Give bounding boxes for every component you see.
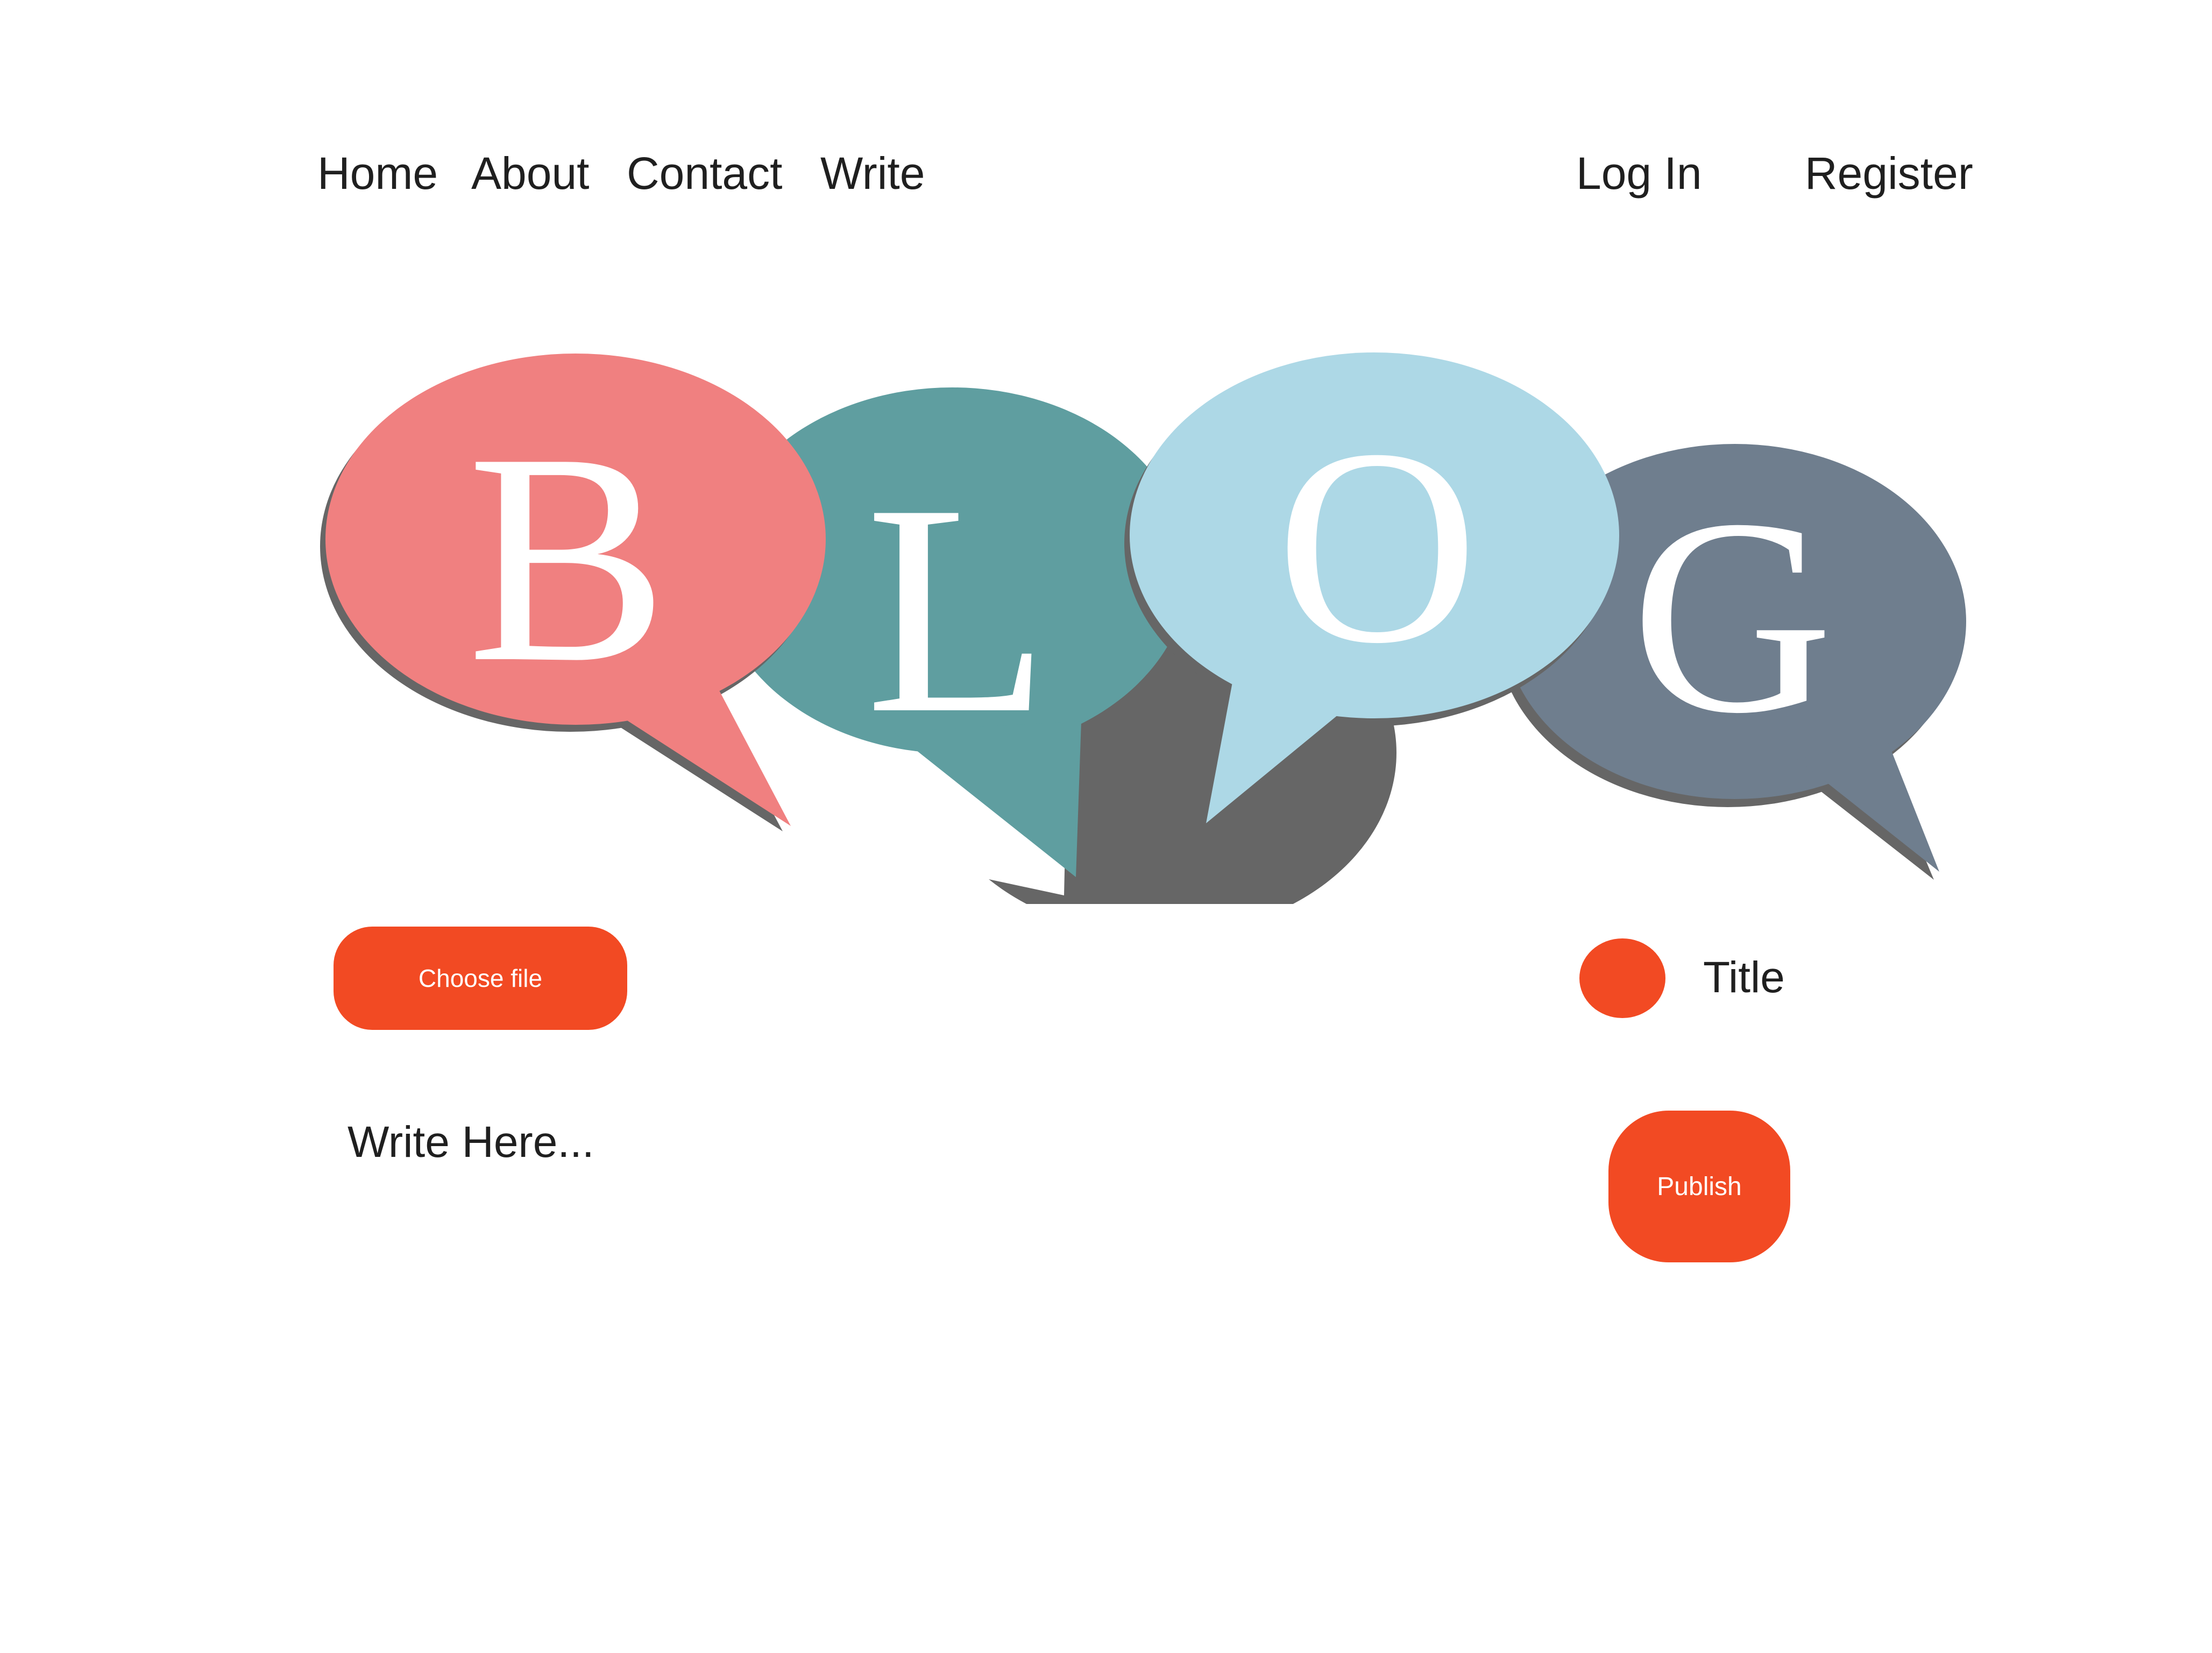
- login-link[interactable]: Log In: [1576, 141, 1702, 206]
- nav-write-link[interactable]: Write: [820, 141, 925, 206]
- publish-button[interactable]: Publish: [1608, 1111, 1790, 1262]
- register-link[interactable]: Register: [1805, 141, 1973, 206]
- nav-about-link[interactable]: About: [471, 141, 590, 206]
- nav-home-link[interactable]: Home: [317, 141, 438, 206]
- speech-bubble-b: B: [320, 354, 826, 831]
- post-body-textarea[interactable]: [348, 1113, 1101, 1436]
- choose-file-button[interactable]: Choose file: [334, 927, 627, 1030]
- title-radio[interactable]: [1579, 938, 1665, 1018]
- title-label[interactable]: Title: [1703, 948, 1785, 1007]
- letter-o: O: [1276, 392, 1478, 701]
- nav-contact-link[interactable]: Contact: [627, 141, 783, 206]
- blog-logo: L G O B: [320, 352, 1966, 904]
- letter-l: L: [866, 442, 1050, 776]
- letter-g: G: [1631, 462, 1833, 771]
- letter-b: B: [467, 391, 668, 725]
